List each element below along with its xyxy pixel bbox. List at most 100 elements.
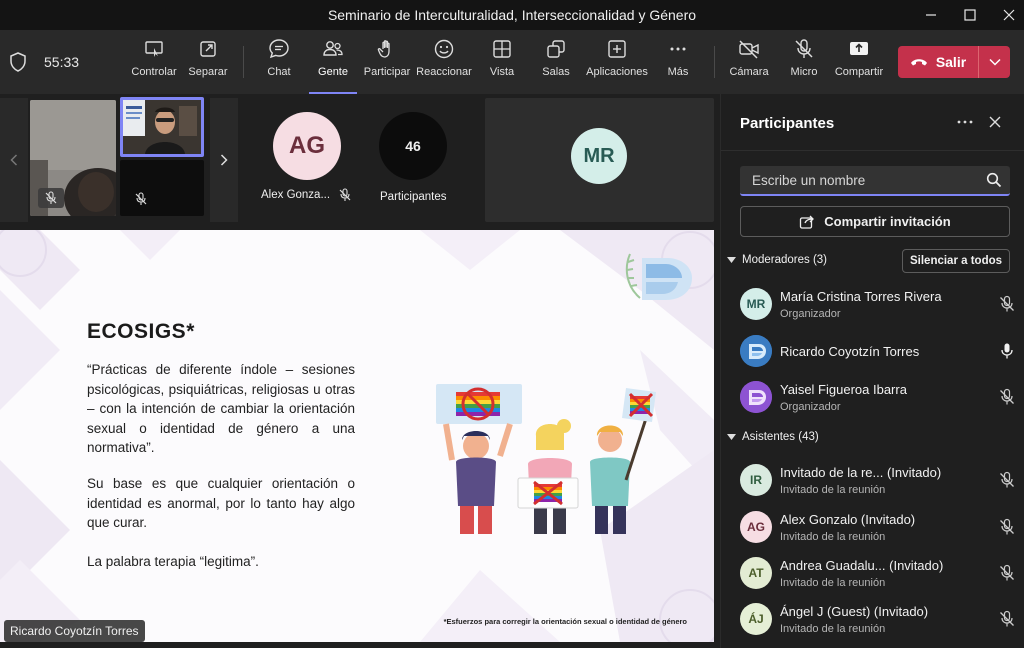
slide-paragraph: Su base es que cualquier orientación o i… [87,476,355,530]
leave-divider [978,46,979,78]
moderators-section-toggle[interactable]: Moderadores (3) [727,254,827,266]
react-label: Reaccionar [416,66,472,78]
search-icon[interactable] [986,172,1002,188]
share-icon [800,215,815,229]
chat-button[interactable]: Chat [249,38,309,88]
rooms-button[interactable]: Salas [526,38,586,88]
participant-role: Organizador [780,401,841,413]
mic-off-icon [135,192,147,205]
people-button[interactable]: Gente [303,38,363,94]
mic-off-icon [1000,295,1014,312]
mic-off-icon [795,39,813,58]
react-button[interactable]: Reaccionar [414,38,474,88]
participant-row[interactable]: AG Alex Gonzalo (Invitado) Invitado de l… [740,505,1016,549]
leave-label: Salir [935,54,967,70]
avatar: MR [571,128,627,184]
participant-row[interactable]: AT Andrea Guadalu... (Invitado) Invitado… [740,551,1016,595]
people-label: Gente [318,66,348,78]
leave-button-group: Salir [898,46,1010,78]
mic-off-icon [45,191,57,204]
participant-name: Yaisel Figueroa Ibarra [780,382,907,397]
chat-icon [269,39,289,59]
chat-label: Chat [267,66,291,78]
add-apps-icon [608,40,626,58]
avatar: AT [740,557,772,589]
avatar: AG [740,511,772,543]
camera-label: Cámara [729,66,769,78]
control-button[interactable]: Controlar [124,38,184,88]
close-icon [989,116,1001,128]
breakout-rooms-icon [547,40,565,58]
organization-logo [625,253,692,300]
raise-hand-label: Participar [363,66,411,78]
participant-row[interactable]: MR María Cristina Torres Rivera Organiza… [740,282,1016,326]
panel-close-button[interactable] [983,110,1007,134]
strip-next-button[interactable] [210,98,238,222]
panel-more-options-button[interactable] [953,110,977,134]
participant-tile-mr[interactable]: MR [485,98,714,222]
share-invite-button[interactable]: Compartir invitación [740,206,1010,237]
participant-name: Invitado de la re... (Invitado) [780,465,942,480]
rooms-label: Salas [542,66,570,78]
separate-button[interactable]: Separar [178,38,238,88]
mic-off-icon [339,188,351,201]
window-title: Seminario de Interculturalidad, Intersec… [327,7,697,23]
minimize-button[interactable] [914,0,948,30]
camera-button[interactable]: Cámara [719,38,779,88]
more-icon [957,120,973,124]
mic-off-icon [1000,610,1014,627]
mute-all-button[interactable]: Silenciar a todos [902,249,1010,273]
active-speaker-video-tile[interactable] [120,97,204,157]
share-button[interactable]: Compartir [829,38,889,88]
participant-role: Invitado de la reunión [780,623,886,635]
avatar: MR [740,288,772,320]
more-icon [670,47,686,51]
maximize-icon [964,9,976,21]
avatar [740,335,772,367]
participant-role: Invitado de la reunión [780,577,886,589]
participant-name: María Cristina Torres Rivera [780,289,942,304]
participant-overflow-tile[interactable]: 46 Participantes [372,102,480,222]
participant-role: Invitado de la reunión [780,484,886,496]
muted-badge [38,188,64,208]
participant-row[interactable]: Yaisel Figueroa Ibarra Organizador [740,375,1016,419]
mic-off-icon [1000,518,1014,535]
raise-hand-button[interactable]: Participar [357,38,417,88]
view-button[interactable]: Vista [472,38,532,88]
toolbar-divider [243,46,244,78]
mic-off-icon [1000,471,1014,488]
raise-hand-icon [377,40,390,58]
slide-paragraph: La palabra terapia “legitima”. [87,554,259,569]
avatar: ÁJ [740,603,772,635]
meeting-stage: AG Alex Gonza... 46 Participantes MR ECO… [0,94,720,648]
participant-search-input[interactable] [740,166,980,194]
participant-row[interactable]: ÁJ Ángel J (Guest) (Invitado) Invitado d… [740,597,1016,641]
mic-off-icon [1000,564,1014,581]
participant-role: Organizador [780,308,841,320]
more-button[interactable]: Más [648,38,708,88]
participant-tile-ag[interactable]: AG Alex Gonza... [246,102,368,222]
apps-button[interactable]: Aplicaciones [586,38,648,88]
maximize-button[interactable] [953,0,987,30]
participant-row[interactable]: Ricardo Coyotzín Torres [740,329,1016,373]
close-window-button[interactable] [992,0,1024,30]
attendees-section-label: Asistentes (43) [742,431,819,443]
participant-name: Ángel J (Guest) (Invitado) [780,604,929,619]
strip-previous-button[interactable] [0,98,28,222]
participant-row[interactable]: IR Invitado de la re... (Invitado) Invit… [740,458,1016,502]
mic-button[interactable]: Micro [774,38,834,88]
moderators-section-label: Moderadores (3) [742,254,828,266]
control-icon [145,41,163,57]
shield-icon [10,52,26,72]
people-icon [323,41,343,56]
participant-video-tile[interactable] [30,100,116,216]
participant-name: Andrea Guadalu... (Invitado) [780,558,944,573]
caret-down-icon [727,434,736,440]
leave-options-button[interactable] [979,46,1010,78]
participant-role: Invitado de la reunión [780,531,886,543]
participant-video-tile[interactable] [120,160,204,216]
attendees-section-toggle[interactable]: Asistentes (43) [727,431,819,443]
leave-button[interactable]: Salir [898,46,978,78]
toolbar-divider [714,46,715,78]
slide-footnote: *Esfuerzos para corregir la orientación … [443,617,687,626]
